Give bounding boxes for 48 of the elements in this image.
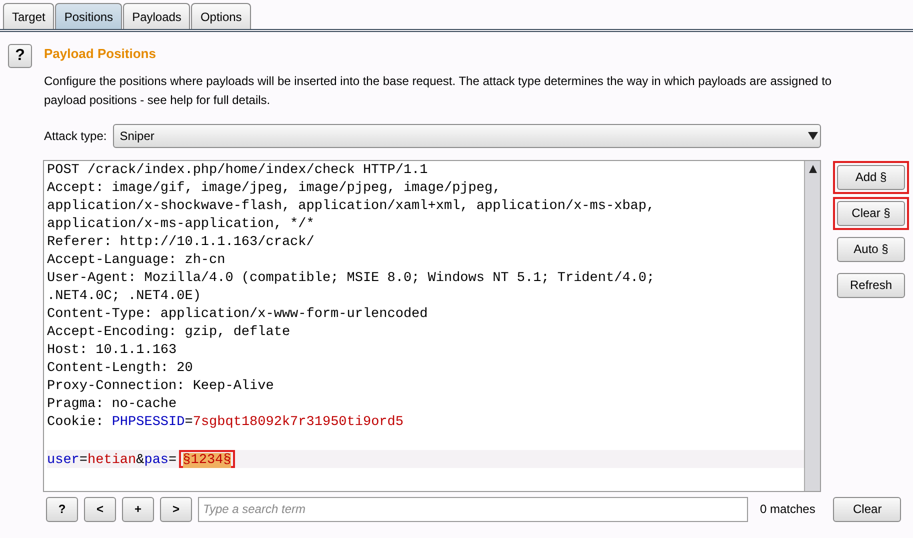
request-text: Content-Type: application/x-www-form-urlencoded (47, 306, 428, 322)
parameter-name: PHPSESSID (112, 414, 185, 430)
section-description: Configure the positions where payloads will be inserted into the base request. The attack type determines the way in which payloads are assigned to payload positions - see help for full details. (44, 72, 833, 108)
request-text: Pragma: no-cache (47, 396, 177, 412)
request-text: = (184, 414, 193, 430)
request-text: Accept-Language: zh-cn (47, 252, 226, 268)
request-text: = (79, 452, 88, 468)
help-button[interactable]: ? (8, 44, 32, 68)
position-button[interactable]: Auto § (837, 236, 905, 262)
attack-type-label: Attack type: (44, 128, 107, 144)
request-text: Referer: http://10.1.1.163/crack/ (47, 234, 314, 250)
position-button[interactable]: Clear § (837, 200, 905, 226)
search-field[interactable]: Type a search term (198, 496, 748, 522)
parameter-name: user (47, 452, 80, 468)
position-button[interactable]: Add § (837, 164, 905, 190)
attack-type-dropdown[interactable]: Sniper (112, 124, 821, 148)
parameter-name: pas (144, 452, 169, 468)
scroll-up-arrow-icon[interactable] (808, 164, 816, 172)
search-nav-button[interactable]: ? (46, 496, 78, 522)
parameter-value: 7sgbqt18092k7r31950ti9ord5 (192, 414, 404, 430)
request-text: POST /crack/index.php/home/index/check HTTP/1.1 (47, 162, 428, 178)
clear-button[interactable]: Clear (833, 496, 902, 522)
search-nav-button[interactable]: + (122, 496, 154, 522)
parameter-value: hetian (88, 452, 136, 468)
request-text: .NET4.0C; .NET4.0E) (47, 288, 201, 304)
request-text: Content-Length: 20 (47, 360, 193, 376)
request-text: Cookie: (47, 414, 105, 430)
request-text: Proxy-Connection: Keep-Alive (47, 378, 274, 394)
request-text: Accept: image/gif, image/jpeg, image/pjpeg, image/pjpeg, (47, 180, 501, 196)
request-text: application/x-shockwave-flash, application/xaml+xml, application/x-ms-xbap, (47, 198, 655, 214)
payload-marker: §1234§ (182, 452, 232, 468)
request-text: & (136, 452, 144, 468)
search-nav-button[interactable]: > (160, 496, 192, 522)
request-text: Accept-Encoding: gzip, deflate (47, 324, 290, 340)
dropdown-arrow-icon (808, 132, 818, 140)
tab[interactable]: Target (3, 3, 54, 29)
request-text: Host: 10.1.1.163 (47, 342, 177, 358)
scrollbar[interactable] (804, 160, 820, 490)
request-text: = (168, 452, 177, 468)
request-text: application/x-ms-application, */* (47, 216, 314, 232)
search-nav-button[interactable]: < (84, 496, 116, 522)
position-button[interactable]: Refresh (837, 272, 905, 298)
tab[interactable]: Payloads (123, 3, 190, 29)
section-title: Payload Positions (44, 45, 157, 63)
tab[interactable]: Positions (55, 3, 122, 29)
request-text: User-Agent: Mozilla/4.0 (compatible; MSIE 8.0; Windows NT 5.1; Trident/4.0; (47, 270, 655, 286)
match-count: 0 matches (760, 501, 816, 518)
tab[interactable]: Options (191, 3, 251, 29)
